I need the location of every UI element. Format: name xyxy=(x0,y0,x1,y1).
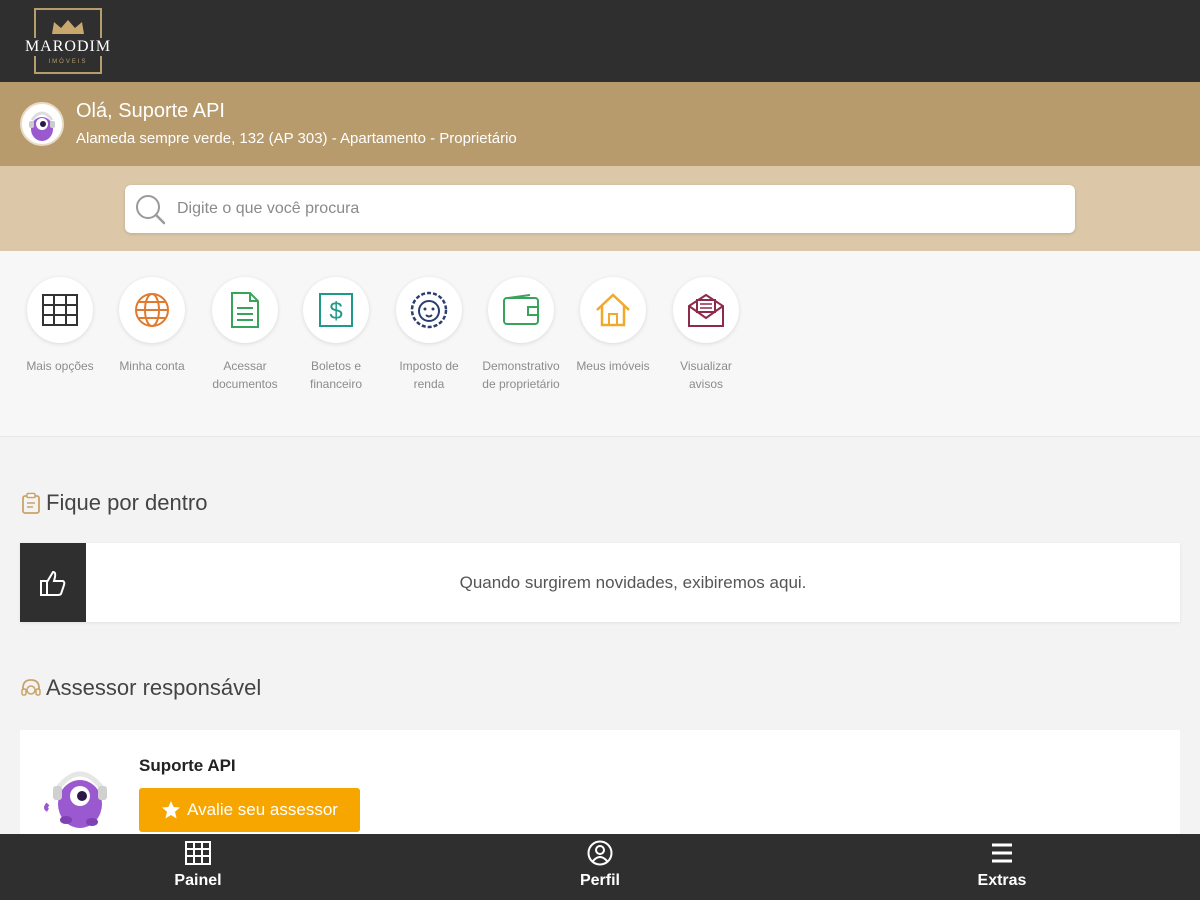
clipboard-icon xyxy=(22,492,40,514)
menu-icon xyxy=(992,843,1012,863)
house-icon xyxy=(596,293,630,327)
grid-icon xyxy=(185,841,211,865)
news-card: Quando surgirem novidades, exibiremos aq… xyxy=(20,543,1180,622)
property-address: Alameda sempre verde, 132 (AP 303) - Apa… xyxy=(76,130,517,147)
rate-advisor-button[interactable]: Avalie seu assessor xyxy=(139,788,360,832)
news-section-title: Fique por dentro xyxy=(20,490,207,516)
search-box[interactable] xyxy=(125,185,1075,233)
user-circle-icon xyxy=(587,840,613,866)
star-icon xyxy=(162,801,181,819)
search-band xyxy=(0,166,1200,251)
news-thumb xyxy=(20,543,86,622)
lion-icon xyxy=(410,291,448,329)
svg-text:$: $ xyxy=(329,298,342,325)
shortcut-circle: $ xyxy=(303,277,369,343)
nav-perfil[interactable]: Perfil xyxy=(540,840,660,890)
shortcut-label: Acessar documentos xyxy=(212,359,278,391)
advisor-avatar-icon xyxy=(44,771,107,828)
monster-avatar-icon xyxy=(29,111,55,141)
shortcut-circle xyxy=(580,277,646,343)
shortcut-owner-statement[interactable]: Demonstrativo de proprietário xyxy=(478,277,564,393)
thumbs-up-icon xyxy=(40,570,66,596)
shortcut-circle xyxy=(27,277,93,343)
news-empty-message: Quando surgirem novidades, exibiremos aq… xyxy=(459,573,807,592)
shortcut-circle xyxy=(212,277,278,343)
nav-painel[interactable]: Painel xyxy=(138,840,258,890)
logo-subtitle: IMÓVEIS xyxy=(48,59,88,65)
shortcut-documents[interactable]: Acessar documentos xyxy=(202,277,288,393)
shortcut-label: Demonstrativo de proprietário xyxy=(482,359,560,391)
shortcut-label: Imposto de renda xyxy=(399,359,459,391)
avatar[interactable] xyxy=(20,102,64,146)
shortcut-bills-finance[interactable]: $ Boletos e financeiro xyxy=(293,277,379,393)
shortcut-label: Visualizar avisos xyxy=(680,359,732,391)
logo-name: MARODIM xyxy=(20,38,116,56)
shortcut-circle xyxy=(119,277,185,343)
search-input[interactable] xyxy=(177,185,1057,233)
bottom-navigation: Painel Perfil Extras xyxy=(0,834,1200,900)
shortcut-label: Boletos e financeiro xyxy=(309,359,363,391)
shortcut-my-account[interactable]: Minha conta xyxy=(109,277,195,375)
shortcut-circle xyxy=(396,277,462,343)
user-header: Olá, Suporte API Alameda sempre verde, 1… xyxy=(0,82,1200,166)
rate-advisor-label: Avalie seu assessor xyxy=(187,800,338,819)
search-icon xyxy=(136,195,166,225)
shortcut-circle xyxy=(488,277,554,343)
envelope-icon xyxy=(688,293,724,327)
wallet-icon xyxy=(503,294,539,325)
advisor-card: Suporte API Avalie seu assessor xyxy=(20,730,1180,834)
shortcut-bar: Mais opções Minha conta Acessar document… xyxy=(0,251,1200,437)
shortcut-label: Meus imóveis xyxy=(576,359,650,373)
advisor-section-title: Assessor responsável xyxy=(20,675,261,701)
nav-label: Extras xyxy=(977,872,1027,889)
advisor-title-text: Assessor responsável xyxy=(46,675,262,700)
shortcut-view-notices[interactable]: Visualizar avisos xyxy=(663,277,749,393)
headset-icon xyxy=(21,679,41,696)
document-icon xyxy=(231,292,259,328)
shortcut-income-tax[interactable]: Imposto de renda xyxy=(386,277,472,393)
shortcut-label: Mais opções xyxy=(26,359,94,373)
marodim-logo[interactable]: MARODIM IMÓVEIS xyxy=(20,8,116,76)
top-bar: MARODIM IMÓVEIS xyxy=(0,0,1200,82)
news-title-text: Fique por dentro xyxy=(46,490,208,515)
dollar-icon: $ xyxy=(319,293,353,327)
shortcut-more-options[interactable]: Mais opções xyxy=(17,277,103,375)
nav-label: Perfil xyxy=(579,872,620,889)
nav-extras[interactable]: Extras xyxy=(942,840,1062,890)
nav-label: Painel xyxy=(174,872,222,889)
globe-icon xyxy=(135,293,169,327)
crown-icon xyxy=(52,20,84,34)
shortcut-my-properties[interactable]: Meus imóveis xyxy=(570,277,656,375)
grid-icon xyxy=(42,294,78,326)
advisor-name: Suporte API xyxy=(139,756,236,775)
shortcut-circle xyxy=(673,277,739,343)
greeting-text: Olá, Suporte API xyxy=(76,100,225,122)
shortcut-label: Minha conta xyxy=(119,359,185,373)
